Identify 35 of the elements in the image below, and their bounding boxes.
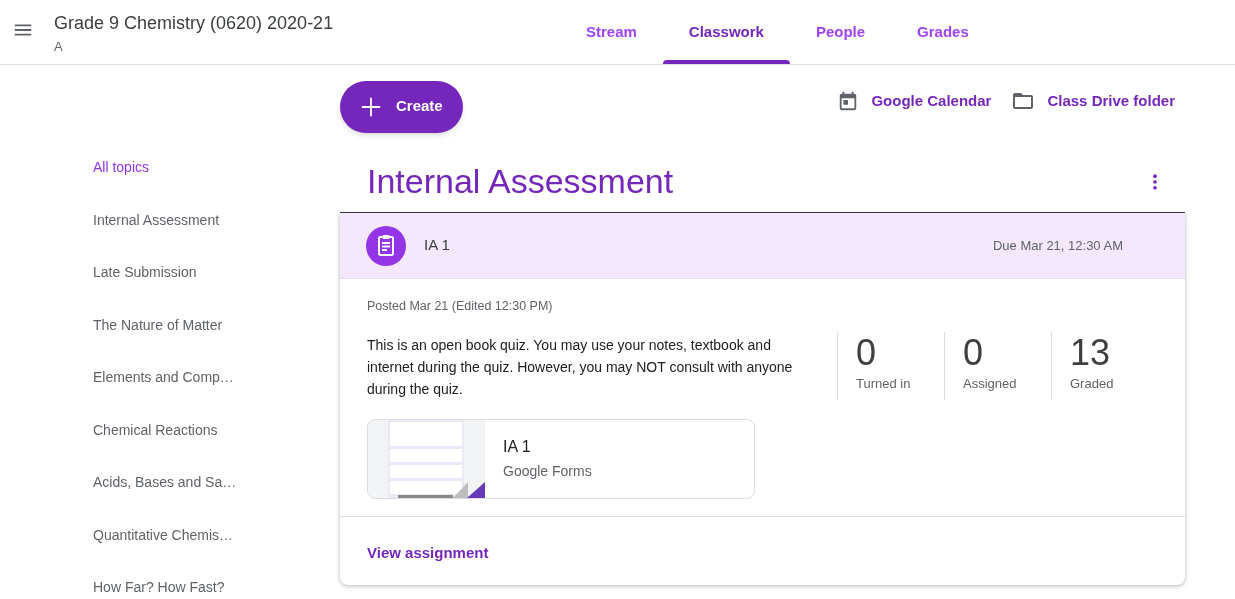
topic-link[interactable]: How Far? How Fast? <box>93 578 225 596</box>
attachment-type: Google Forms <box>503 462 592 482</box>
stat-value: 13 <box>1070 331 1112 374</box>
topic-heading: Internal Assessment <box>366 161 674 202</box>
stat-label: Assigned <box>963 374 1018 393</box>
class-section: A <box>54 37 334 57</box>
topic-link[interactable]: Chemical Reactions <box>93 420 218 439</box>
due-date: Due Mar 21, 12:30 AM <box>992 236 1123 255</box>
tab[interactable]: People <box>789 0 892 64</box>
stat-value: 0 <box>963 331 985 374</box>
assignment-description: This is an open book quiz. You may use your notes, textbook and internet during the quiz. However, you may NOT consult with anyone during the quiz. <box>367 335 794 399</box>
view-assignment-link[interactable]: View assignment <box>367 543 489 561</box>
posted-date: Posted Mar 21 (Edited 12:30 PM) <box>367 298 554 315</box>
tab[interactable]: Grades <box>891 0 995 64</box>
stat-label: Graded <box>1070 374 1115 393</box>
assignment-icon <box>366 225 406 266</box>
assignment-title[interactable]: IA 1 <box>424 234 450 257</box>
tab[interactable]: Classwork <box>662 0 790 64</box>
topic-link[interactable]: Acids, Bases and Sa… <box>93 473 237 491</box>
create-button[interactable]: Create <box>340 80 463 133</box>
stat-value: 0 <box>856 331 878 374</box>
plus-icon <box>360 95 382 118</box>
topic-link[interactable]: Internal Assessment <box>93 210 220 229</box>
folder-link[interactable]: Class Drive folder <box>1011 89 1175 113</box>
stat-label: Turned in <box>856 374 912 393</box>
attachment-title: IA 1 <box>503 437 532 458</box>
class-title: Grade 9 Chemistry (0620) 2020-21 <box>54 12 334 35</box>
topic-link[interactable]: All topics <box>93 158 150 176</box>
topic-link[interactable]: The Nature of Matter <box>93 315 223 334</box>
topic-link[interactable]: Late Submission <box>93 263 197 281</box>
topic-link[interactable]: Elements and Comp… <box>93 368 234 386</box>
attachment-card[interactable]: IA 1 Google Forms <box>367 418 755 499</box>
topic-link[interactable]: Quantitative Chemis… <box>93 525 234 544</box>
tab[interactable]: Stream <box>560 0 663 64</box>
calendar-link[interactable]: Google Calendar <box>837 89 992 113</box>
